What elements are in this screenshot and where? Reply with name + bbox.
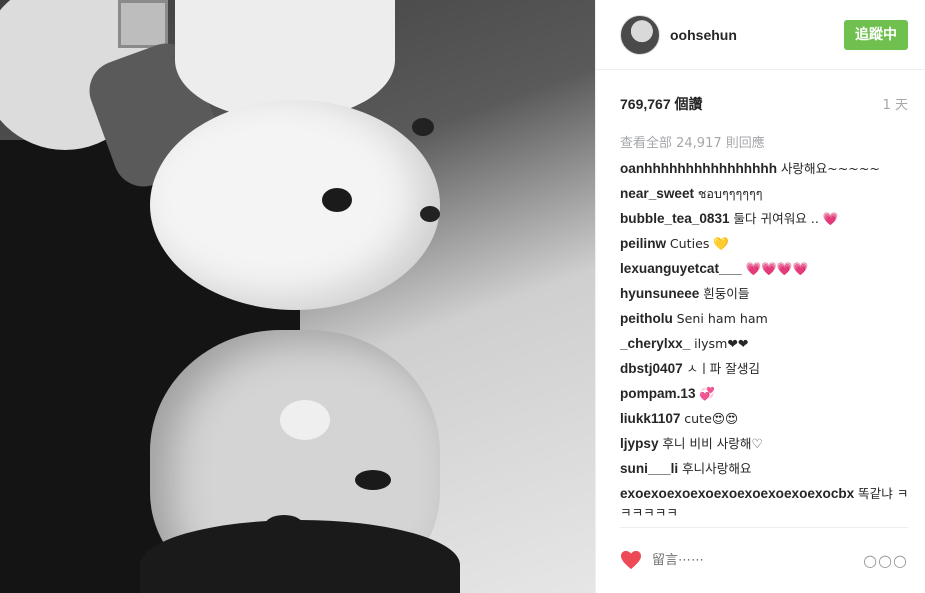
comment-item: peilinw Cuties 💛 <box>620 231 910 256</box>
post-footer: ○○○ <box>620 527 908 593</box>
comment-user[interactable]: exoexoexoexoexoexoexoexoexocbx <box>620 486 854 501</box>
heart-icon[interactable] <box>620 550 642 572</box>
photo-dog-eye <box>420 206 440 222</box>
comment-item: oanhhhhhhhhhhhhhhhh 사랑해요~~~~~ <box>620 156 910 181</box>
comment-user[interactable]: liukk1107 <box>620 411 680 426</box>
post-side-panel: oohsehun 追蹤中 769,767 個讚 1 天 查看全部 24,917 … <box>595 0 925 593</box>
comments-list: 查看全部 24,917 則回應 oanhhhhhhhhhhhhhhhh 사랑해요… <box>620 131 910 522</box>
comment-text: 후니사랑해요 <box>681 461 752 476</box>
comment-text: 흰둥이들 <box>703 286 750 301</box>
comment-user[interactable]: near_sweet <box>620 186 694 201</box>
comment-item: lexuanguyetcat___ 💗💗💗💗 <box>620 256 910 281</box>
comment-item: suni___li 후니사랑해요 <box>620 456 910 481</box>
comment-user[interactable]: _cherylxx_ <box>620 336 690 351</box>
view-all-comments-link[interactable]: 查看全部 24,917 則回應 <box>620 131 910 156</box>
comment-user[interactable]: suni___li <box>620 461 678 476</box>
likes-count[interactable]: 769,767 個讚 <box>620 94 703 114</box>
comment-text: ชอบๆๆๆๆๆๆ <box>697 186 763 201</box>
comment-text: 💞 <box>699 386 716 401</box>
comment-item: near_sweet ชอบๆๆๆๆๆๆ <box>620 181 910 206</box>
comment-user[interactable]: bubble_tea_0831 <box>620 211 730 226</box>
photo-eye <box>355 470 391 490</box>
username-link[interactable]: oohsehun <box>670 27 737 43</box>
comment-text: 사랑해요~~~~~ <box>780 161 880 176</box>
comment-item: _cherylxx_ ilysm❤❤ <box>620 331 910 356</box>
comment-input[interactable] <box>652 553 852 568</box>
comment-item: liukk1107 cute😍😍 <box>620 406 910 431</box>
more-options-icon[interactable]: ○○○ <box>863 551 908 570</box>
post-container: oohsehun 追蹤中 769,767 個讚 1 天 查看全部 24,917 … <box>0 0 925 593</box>
post-age[interactable]: 1 天 <box>883 94 908 114</box>
comment-text: 후니 비비 사랑해♡ <box>662 436 763 451</box>
comment-item: peitholu Seni ham ham <box>620 306 910 331</box>
comment-user[interactable]: dbstj0407 <box>620 361 683 376</box>
comment-item: pompam.13 💞 <box>620 381 910 406</box>
comment-text: cute😍😍 <box>684 411 739 426</box>
comment-text: 💗💗💗💗 <box>745 261 809 276</box>
comment-item: exoexoexoexoexoexoexoexoexocbx 똑같냐 ㅋㅋㅋㅋㅋ… <box>620 481 910 522</box>
comment-text: 둘다 귀여워요 .. 💗 <box>733 211 839 226</box>
comment-user[interactable]: pompam.13 <box>620 386 696 401</box>
photo-dog-nose <box>322 188 352 212</box>
comment-item: dbstj0407 ㅅㅣ파 잘생김 <box>620 356 910 381</box>
avatar[interactable] <box>620 14 660 55</box>
photo-watch <box>118 0 168 48</box>
comment-user[interactable]: oanhhhhhhhhhhhhhhhh <box>620 161 777 176</box>
comment-text: ㅅㅣ파 잘생김 <box>686 361 761 376</box>
following-button[interactable]: 追蹤中 <box>844 19 908 50</box>
photo-dog-eye <box>412 118 434 136</box>
comment-item: bubble_tea_0831 둘다 귀여워요 .. 💗 <box>620 206 910 231</box>
comment-user[interactable]: peilinw <box>620 236 666 251</box>
comment-user[interactable]: ljypsy <box>620 436 659 451</box>
comment-text: Cuties 💛 <box>669 236 730 251</box>
heart-icon-svg <box>621 550 641 569</box>
post-photo[interactable] <box>0 0 595 593</box>
post-header: oohsehun 追蹤中 <box>596 0 925 70</box>
post-meta: 769,767 個讚 1 天 <box>620 94 908 114</box>
comment-text: Seni ham ham <box>676 311 768 326</box>
comment-user[interactable]: lexuanguyetcat___ <box>620 261 742 276</box>
comment-text: ilysm❤❤ <box>694 336 749 351</box>
comment-item: hyunsuneee 흰둥이들 <box>620 281 910 306</box>
photo-dog-head <box>150 100 440 310</box>
comment-item: ljypsy 후니 비비 사랑해♡ <box>620 431 910 456</box>
photo-mouth <box>280 400 330 440</box>
comment-user[interactable]: peitholu <box>620 311 673 326</box>
comment-user[interactable]: hyunsuneee <box>620 286 699 301</box>
